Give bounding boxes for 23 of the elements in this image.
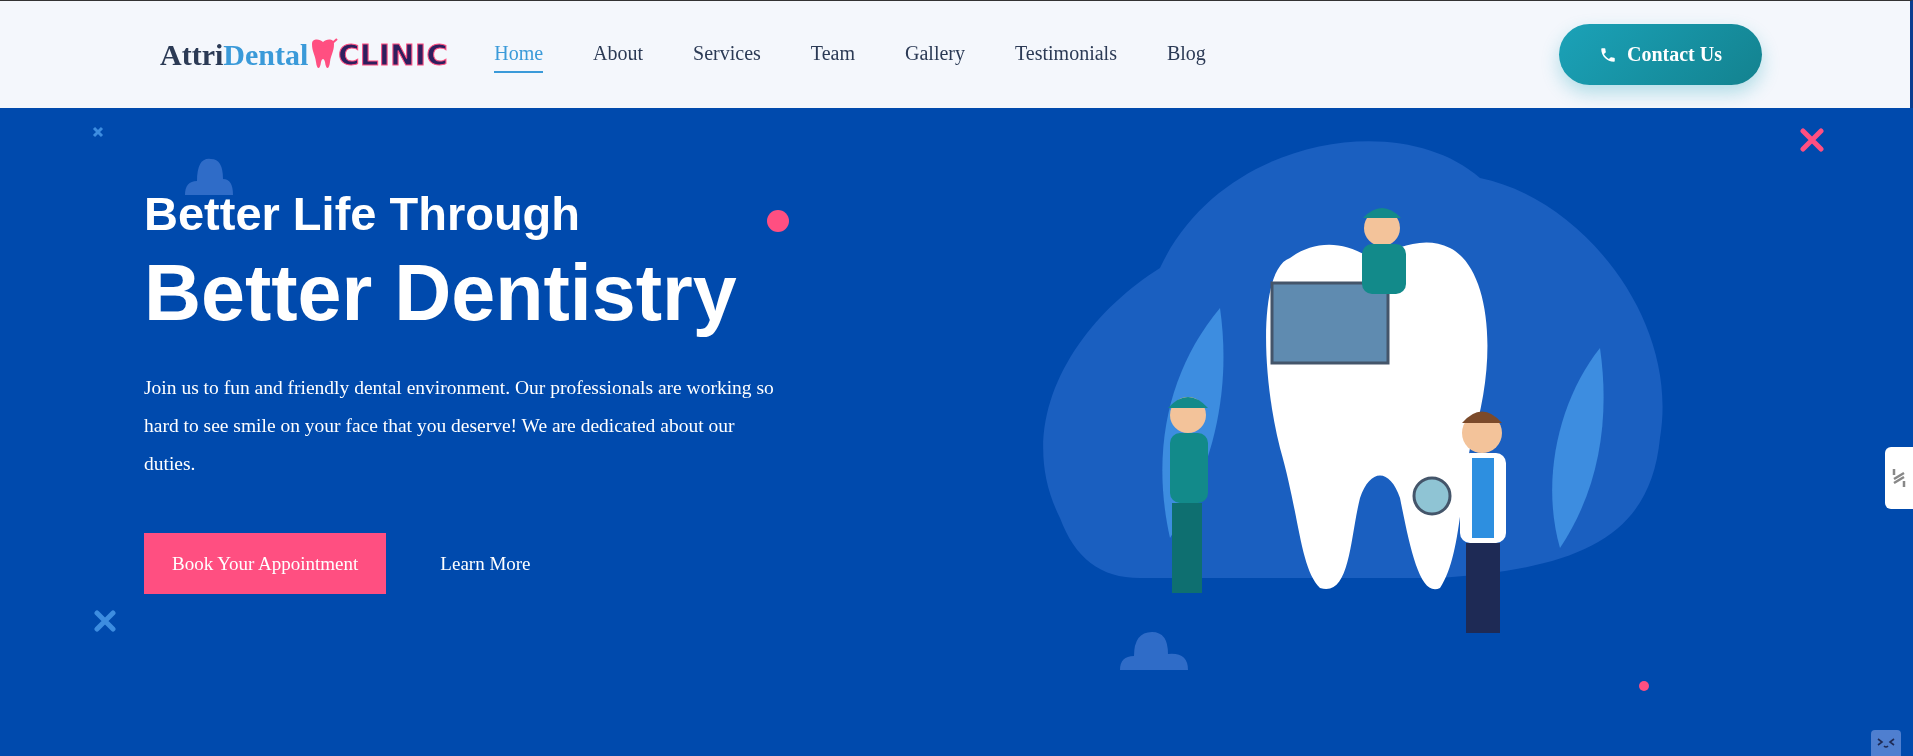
- cross-icon: [94, 610, 116, 632]
- cross-icon: [1800, 128, 1824, 152]
- contact-us-button[interactable]: Contact Us: [1559, 24, 1762, 85]
- phone-icon: [1599, 45, 1617, 64]
- hero-description: Join us to fun and friendly dental environment. Our professionals are working so hard to see smile on your face that you deserve! We are dedicated about our duties.: [144, 376, 775, 477]
- face-icon: [1877, 738, 1895, 748]
- nav-link[interactable]: Services: [693, 36, 761, 73]
- hero-title: Better Dentistry: [144, 247, 737, 340]
- logo-clinic-text[interactable]: CLINIC: [338, 37, 449, 72]
- dot-icon: [766, 209, 790, 233]
- dot-icon: [1638, 680, 1650, 692]
- nav-link[interactable]: Testimonials: [1015, 36, 1117, 73]
- cross-icon: [92, 126, 104, 138]
- nav-link[interactable]: Team: [810, 36, 855, 73]
- side-tab-handle[interactable]: [1885, 447, 1913, 509]
- nav-link[interactable]: Blog: [1166, 36, 1206, 73]
- learn-more-link[interactable]: Learn More: [440, 552, 531, 575]
- logo-text[interactable]: AttriDental: [160, 37, 309, 72]
- corner-widget-button[interactable]: [1871, 730, 1901, 756]
- hero-subtitle: Better Life Through: [144, 186, 581, 242]
- handle-icon: [1892, 467, 1906, 489]
- nav-link[interactable]: Gallery: [905, 36, 965, 73]
- nav-link[interactable]: About: [593, 36, 644, 73]
